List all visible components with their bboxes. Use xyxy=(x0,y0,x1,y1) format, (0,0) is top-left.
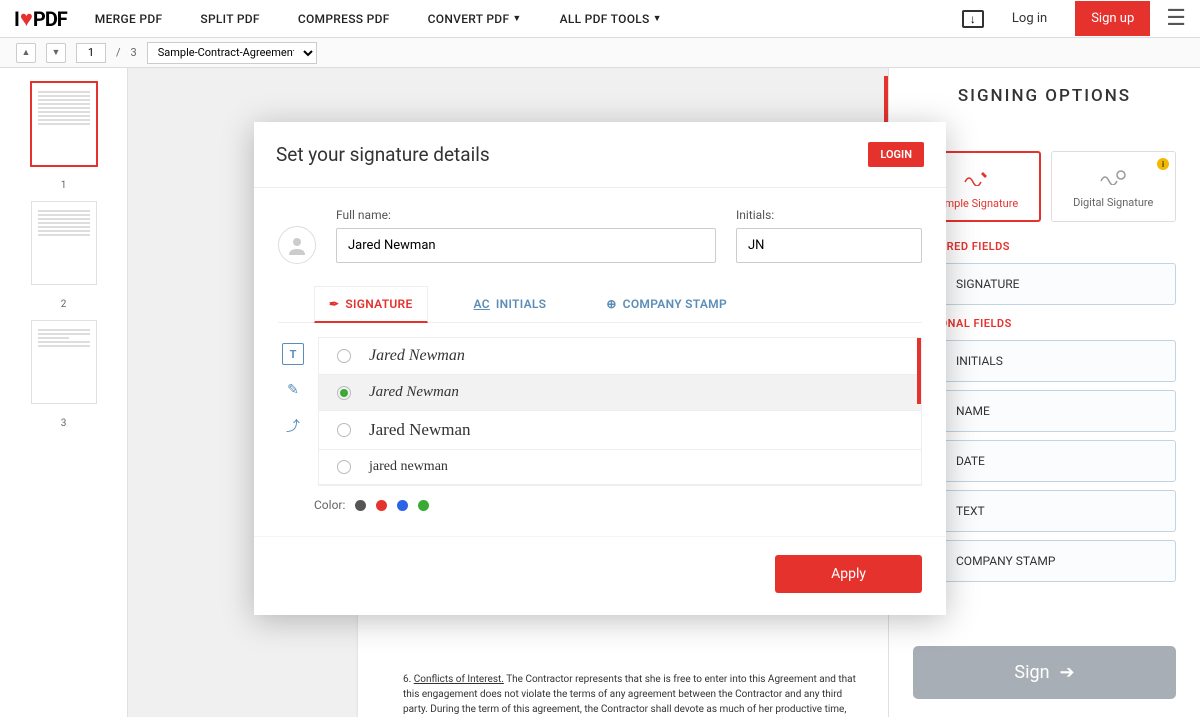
download-desktop-icon[interactable] xyxy=(962,10,984,28)
modal-overlay: Set your signature details LOGIN Full na… xyxy=(0,38,1200,717)
sig-preview-2: Jared Newman xyxy=(369,384,459,401)
chevron-down-icon: ▼ xyxy=(653,13,662,24)
avatar-icon xyxy=(278,226,316,264)
signature-option-3[interactable]: Jared Newman xyxy=(319,411,921,450)
fullname-input[interactable] xyxy=(336,228,716,263)
signature-option-4[interactable]: jared newman xyxy=(319,450,921,485)
header-right: Log in Sign up ☰ xyxy=(962,1,1186,36)
initials-icon: AC xyxy=(474,297,490,311)
sig-preview-4: jared newman xyxy=(369,459,448,475)
sig-preview-3: Jared Newman xyxy=(369,420,471,440)
signature-option-1[interactable]: Jared Newman xyxy=(319,338,921,375)
radio-icon xyxy=(337,349,351,363)
color-row: Color: xyxy=(278,498,922,512)
logo[interactable]: I ♥ PDF xyxy=(14,6,67,32)
color-label: Color: xyxy=(314,498,345,512)
modal-tabs: ✒SIGNATURE ACINITIALS ⊕COMPANY STAMP xyxy=(278,286,922,323)
modal-title: Set your signature details xyxy=(276,143,490,166)
tab-signature[interactable]: ✒SIGNATURE xyxy=(314,286,428,323)
heart-icon: ♥ xyxy=(20,6,32,32)
nav-items: MERGE PDF SPLIT PDF COMPRESS PDF CONVERT… xyxy=(95,12,662,26)
signature-option-2[interactable]: Jared Newman xyxy=(319,375,921,411)
modal-login-button[interactable]: LOGIN xyxy=(868,142,924,167)
fullname-label: Full name: xyxy=(336,208,716,222)
initials-input[interactable] xyxy=(736,228,922,263)
signature-tools: T ✎ ⤴ xyxy=(278,337,308,486)
apply-button[interactable]: Apply xyxy=(775,555,922,593)
logo-text-i: I xyxy=(14,7,19,31)
header-left: I ♥ PDF MERGE PDF SPLIT PDF COMPRESS PDF… xyxy=(14,6,662,32)
signature-style-list: Jared Newman Jared Newman Jared Newman j… xyxy=(318,337,922,486)
signature-area: T ✎ ⤴ Jared Newman Jared Newman Jared Ne… xyxy=(278,337,922,486)
nav-merge[interactable]: MERGE PDF xyxy=(95,12,163,26)
nav-compress[interactable]: COMPRESS PDF xyxy=(298,12,390,26)
signature-modal: Set your signature details LOGIN Full na… xyxy=(254,122,946,615)
stamp-icon: ⊕ xyxy=(606,297,616,311)
color-green[interactable] xyxy=(418,500,429,511)
modal-footer: Apply xyxy=(254,536,946,615)
sig-preview-1: Jared Newman xyxy=(369,347,465,365)
draw-tool-icon[interactable]: ✎ xyxy=(282,379,304,401)
nav-split[interactable]: SPLIT PDF xyxy=(200,12,259,26)
modal-header: Set your signature details LOGIN xyxy=(254,122,946,188)
chevron-down-icon: ▼ xyxy=(512,13,521,24)
hamburger-menu-icon[interactable]: ☰ xyxy=(1166,6,1186,31)
radio-icon xyxy=(337,423,351,437)
signup-button[interactable]: Sign up xyxy=(1075,1,1150,36)
color-blue[interactable] xyxy=(397,500,408,511)
tab-company-stamp[interactable]: ⊕COMPANY STAMP xyxy=(592,286,741,322)
radio-icon xyxy=(337,460,351,474)
main-header: I ♥ PDF MERGE PDF SPLIT PDF COMPRESS PDF… xyxy=(0,0,1200,38)
logo-text-pdf: PDF xyxy=(33,7,67,31)
initials-label: Initials: xyxy=(736,208,922,222)
nav-all-tools[interactable]: ALL PDF TOOLS▼ xyxy=(560,12,662,26)
color-black[interactable] xyxy=(355,500,366,511)
tab-initials[interactable]: ACINITIALS xyxy=(460,286,561,322)
color-red[interactable] xyxy=(376,500,387,511)
login-button[interactable]: Log in xyxy=(1000,3,1059,34)
text-tool-icon[interactable]: T xyxy=(282,343,304,365)
upload-tool-icon[interactable]: ⤴ xyxy=(282,415,304,437)
modal-body: Full name: Initials: ✒SIGNATURE ACINITIA… xyxy=(254,188,946,524)
radio-icon xyxy=(337,386,351,400)
pen-icon: ✒ xyxy=(329,297,339,311)
nav-convert[interactable]: CONVERT PDF▼ xyxy=(428,12,522,26)
